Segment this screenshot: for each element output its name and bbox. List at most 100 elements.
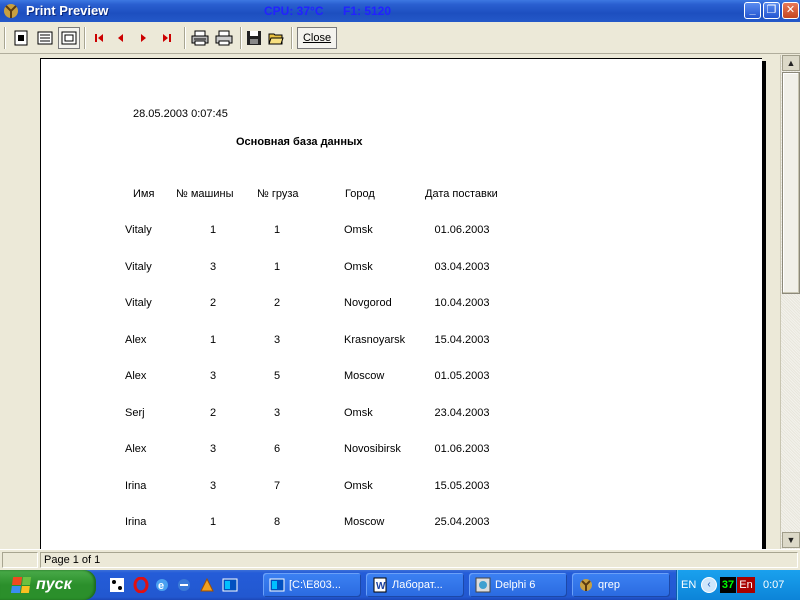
- app-icon: [4, 4, 18, 18]
- internet-explorer-quicklaunch-icon[interactable]: e: [154, 577, 170, 593]
- prev-page-button[interactable]: [110, 27, 132, 49]
- open-icon: [268, 33, 284, 45]
- restore-button[interactable]: ❐: [763, 2, 780, 19]
- input-language-tray-icon[interactable]: En: [737, 577, 755, 593]
- page-indicator: Page 1 of 1: [40, 552, 798, 568]
- table-cell: 1: [209, 516, 217, 528]
- task-word-document[interactable]: W Лаборат...: [366, 573, 464, 597]
- first-page-button[interactable]: [88, 27, 110, 49]
- table-cell: 25.04.2003: [434, 516, 490, 528]
- column-header: Имя: [133, 188, 155, 200]
- table-cell: 1: [273, 224, 281, 236]
- toolbar-separator: [291, 27, 293, 49]
- restore-icon: ❐: [766, 4, 777, 16]
- table-cell: Alex: [125, 333, 147, 346]
- table-cell: Vitaly: [125, 297, 152, 309]
- print-button[interactable]: [213, 27, 235, 49]
- task-delphi[interactable]: Delphi 6: [469, 573, 567, 597]
- windows-logo-icon: [10, 577, 32, 593]
- toolbar-separator: [240, 27, 242, 49]
- task-far-manager[interactable]: [C:\E803...: [263, 573, 361, 597]
- column-header: № груза: [257, 188, 299, 200]
- scroll-down-button[interactable]: ▼: [782, 532, 800, 548]
- table-cell: 3: [209, 443, 217, 455]
- first-page-icon: [95, 34, 103, 42]
- print-icon: [215, 30, 233, 46]
- print-setup-icon: [191, 30, 209, 46]
- desktop-quicklaunch-icon[interactable]: [109, 577, 125, 593]
- table-cell: Vitaly: [125, 260, 152, 273]
- clock[interactable]: 0:07: [763, 579, 784, 591]
- last-page-button[interactable]: [156, 27, 178, 49]
- table-cell: 2: [273, 297, 281, 309]
- next-page-button[interactable]: [132, 27, 154, 49]
- minimize-button[interactable]: _: [744, 2, 761, 19]
- table-cell: 1: [273, 260, 281, 273]
- table-cell: 15.04.2003: [434, 333, 490, 346]
- print-setup-button[interactable]: [189, 27, 211, 49]
- task-qrep[interactable]: qrep: [572, 573, 670, 597]
- svg-text:e: e: [158, 580, 164, 592]
- task-label: Лаборат...: [392, 579, 443, 591]
- table-cell: Irina: [125, 479, 147, 492]
- preview-area[interactable]: 28.05.2003 0:07:45 Основная база данных …: [0, 55, 780, 553]
- minimize-icon: _: [749, 4, 756, 16]
- outlook-express-quicklaunch-icon[interactable]: [176, 577, 192, 593]
- table-cell: 7: [273, 479, 281, 492]
- window-title: Print Preview: [26, 3, 109, 18]
- table-cell: 1: [209, 224, 217, 236]
- delphi-icon: [475, 577, 491, 593]
- report-page[interactable]: 28.05.2003 0:07:45 Основная база данных …: [40, 58, 762, 553]
- save-button[interactable]: [243, 27, 265, 49]
- table-cell: 3: [273, 333, 281, 346]
- table-cell: 3: [209, 479, 217, 492]
- table-cell: 01.05.2003: [434, 370, 490, 382]
- report-title: Основная база данных: [236, 136, 363, 148]
- whole-page-icon: [14, 30, 28, 46]
- table-cell: 01.06.2003: [434, 443, 490, 455]
- close-window-button[interactable]: ✕: [782, 2, 799, 19]
- start-button[interactable]: пуск: [0, 570, 96, 600]
- task-label: qrep: [598, 579, 621, 591]
- table-cell: 8: [273, 516, 281, 528]
- task-label: Delphi 6: [495, 579, 536, 591]
- table-cell: 5: [273, 370, 281, 382]
- table-cell: 03.04.2003: [434, 260, 490, 273]
- status-bar: Page 1 of 1: [0, 549, 800, 569]
- opera-quicklaunch-icon[interactable]: [133, 577, 149, 593]
- whole-page-button[interactable]: [10, 27, 32, 49]
- task-label: [C:\E803...: [289, 579, 341, 591]
- start-label: пуск: [36, 576, 72, 593]
- taskbar: пуск e [C:\E803... W Лаборат... Delphi 6: [0, 570, 800, 600]
- table-cell: Novosibirsk: [344, 443, 401, 455]
- tray-expand-button[interactable]: ‹: [701, 577, 717, 593]
- page-width-icon: [37, 31, 53, 45]
- scroll-up-button[interactable]: ▲: [782, 55, 800, 71]
- table-cell: Omsk: [344, 260, 373, 273]
- cpu-temp-tray-icon[interactable]: 37: [720, 577, 736, 593]
- page-width-button[interactable]: [34, 27, 56, 49]
- language-indicator[interactable]: EN: [681, 579, 696, 591]
- close-button[interactable]: Close: [297, 27, 337, 49]
- table-cell: 2: [209, 297, 217, 309]
- toolbar-separator: [4, 27, 6, 49]
- column-header: Город: [345, 188, 375, 200]
- open-button[interactable]: [265, 27, 287, 49]
- table-cell: Omsk: [344, 406, 373, 419]
- table-cell: Moscow: [344, 516, 385, 528]
- vertical-scrollbar[interactable]: ▲ ▼: [780, 55, 800, 549]
- table-cell: Alex: [125, 370, 147, 382]
- close-icon: ✕: [785, 4, 796, 16]
- page-shadow: [762, 61, 766, 551]
- winamp-quicklaunch-icon[interactable]: [199, 577, 215, 593]
- table-cell: 3: [273, 406, 281, 419]
- table-cell: 15.05.2003: [434, 479, 490, 492]
- scroll-thumb[interactable]: [782, 72, 800, 294]
- chevron-left-icon: ‹: [707, 579, 711, 590]
- 100-percent-button[interactable]: [58, 27, 80, 49]
- table-cell: 23.04.2003: [434, 406, 490, 419]
- table-cell: Moscow: [344, 370, 385, 382]
- table-cell: Serj: [125, 406, 145, 419]
- title-bar[interactable]: Print Preview CPU: 37°C F1: 5120 _ ❐ ✕: [0, 0, 800, 22]
- far-quicklaunch-icon[interactable]: [222, 577, 238, 593]
